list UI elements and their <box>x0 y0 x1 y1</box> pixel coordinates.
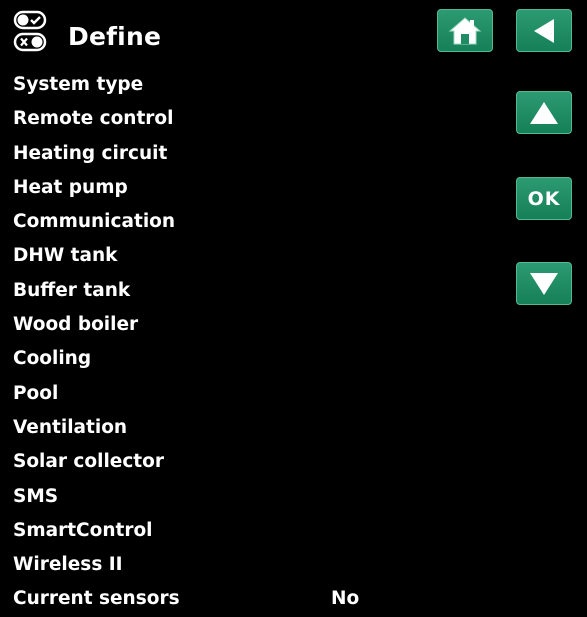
menu-item-sms[interactable]: SMS <box>13 480 493 514</box>
menu-item-wireless-ii[interactable]: Wireless II <box>13 548 493 582</box>
menu-item-label: Remote control <box>13 108 174 130</box>
menu-item-pool[interactable]: Pool <box>13 377 493 411</box>
menu-item-label: Buffer tank <box>13 279 131 301</box>
back-arrow-icon <box>530 17 558 45</box>
menu-item-label: SMS <box>13 485 59 507</box>
menu-item-label: Pool <box>13 382 59 404</box>
menu-item-label: Heating circuit <box>13 142 168 164</box>
menu-item-solar-collector[interactable]: Solar collector <box>13 445 493 479</box>
menu-item-label: DHW tank <box>13 245 118 267</box>
menu-item-remote-control[interactable]: Remote control <box>13 102 493 136</box>
menu-item-label: Wood boiler <box>13 314 139 336</box>
menu-item-label: Solar collector <box>13 451 164 473</box>
menu-item-heat-pump[interactable]: Heat pump <box>13 171 493 205</box>
menu-item-heating-circuit[interactable]: Heating circuit <box>13 137 493 171</box>
back-button[interactable] <box>516 9 572 52</box>
menu-item-current-sensors[interactable]: Current sensors No <box>13 582 493 616</box>
define-menu: System type Remote control Heating circu… <box>13 68 493 617</box>
toggle-switches-icon <box>12 10 58 54</box>
menu-item-value: No <box>331 588 360 610</box>
menu-item-label: System type <box>13 74 144 95</box>
home-button[interactable] <box>437 9 493 52</box>
ok-button[interactable]: OK <box>516 177 572 220</box>
menu-item-buffer-tank[interactable]: Buffer tank <box>13 274 493 308</box>
header-bar: Define <box>0 0 587 70</box>
scroll-up-button[interactable] <box>516 91 572 134</box>
page-title: Define <box>68 22 162 51</box>
menu-item-wood-boiler[interactable]: Wood boiler <box>13 308 493 342</box>
up-arrow-icon <box>528 100 560 126</box>
menu-item-label: Heat pump <box>13 176 128 198</box>
menu-item-ventilation[interactable]: Ventilation <box>13 411 493 445</box>
scroll-down-button[interactable] <box>516 262 572 305</box>
menu-item-label: SmartControl <box>13 519 153 541</box>
menu-item-dhw-tank[interactable]: DHW tank <box>13 239 493 273</box>
menu-item-system-type[interactable]: System type <box>13 68 493 102</box>
menu-item-cooling[interactable]: Cooling <box>13 342 493 376</box>
menu-item-label: Communication <box>13 211 176 233</box>
menu-item-label: Current sensors <box>13 588 180 610</box>
home-icon <box>448 15 482 47</box>
menu-item-label: Ventilation <box>13 416 128 438</box>
menu-item-smartcontrol[interactable]: SmartControl <box>13 514 493 548</box>
menu-item-label: Cooling <box>13 348 92 370</box>
menu-item-communication[interactable]: Communication <box>13 205 493 239</box>
menu-item-label: Wireless II <box>13 554 123 576</box>
down-arrow-icon <box>528 271 560 297</box>
